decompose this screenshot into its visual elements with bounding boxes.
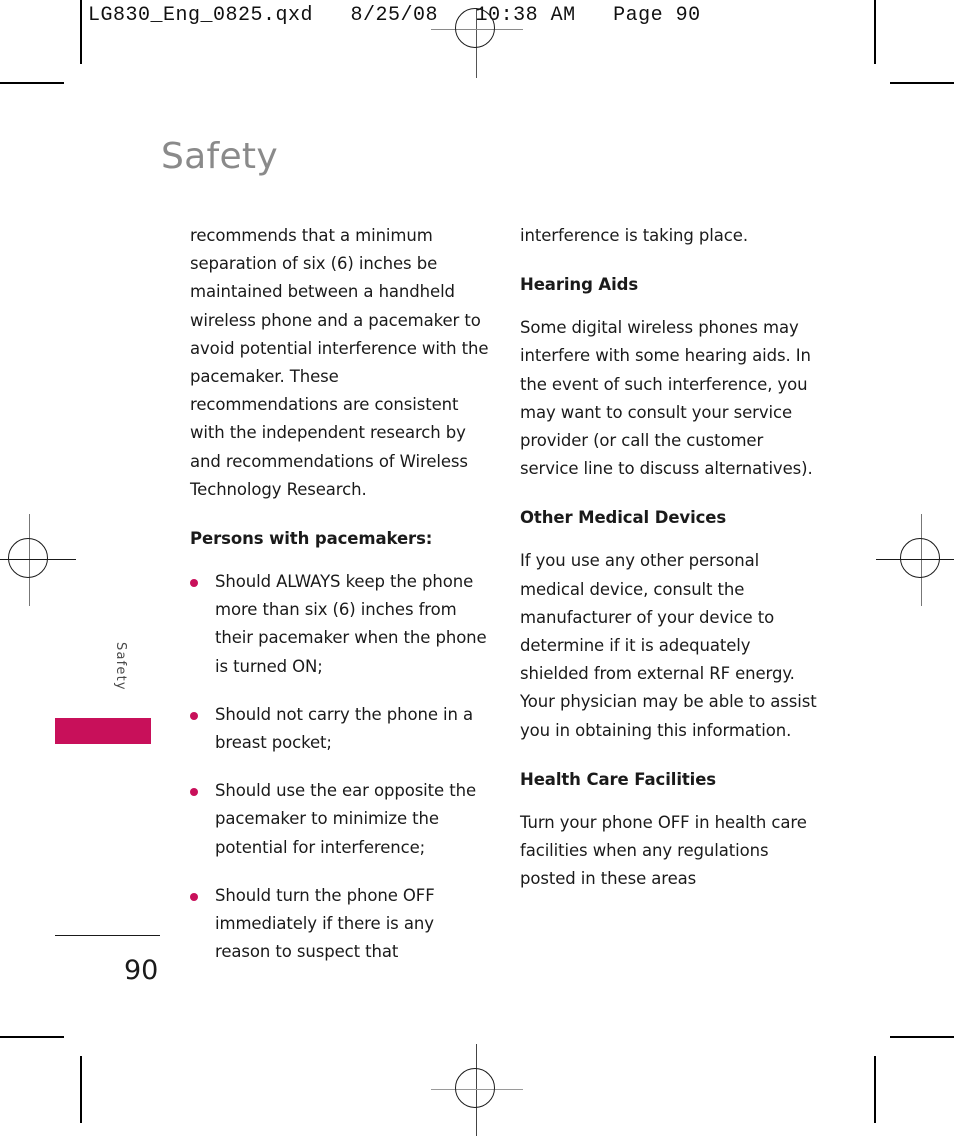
paragraph-other-medical-devices: If you use any other personal medical de… [520, 551, 817, 740]
registration-mark-bottom-icon [431, 1044, 523, 1136]
crop-mark-bottom-left-horizontal [0, 1036, 64, 1038]
crop-mark-bottom-left-vertical [80, 1056, 82, 1123]
bullet-list-pacemakers: Should ALWAYS keep the phone more than s… [190, 568, 490, 966]
paragraph-continued-right: interference is taking place. [520, 226, 748, 245]
manual-page: LG830_Eng_0825.qxd 8/25/08 10:38 AM Page… [0, 0, 954, 1136]
paragraph-health-care-facilities: Turn your phone OFF in health care facil… [520, 812, 807, 889]
body-column-left: recommends that a minimum separation of … [190, 222, 490, 966]
crop-mark-bottom-right-horizontal [890, 1036, 954, 1038]
list-item-text: Should turn the phone OFF immediately if… [215, 885, 435, 962]
subheading-persons-with-pacemakers: Persons with pacemakers: [190, 529, 433, 549]
body-column-right: interference is taking place. Hearing Ai… [520, 222, 820, 893]
list-item-text: Should not carry the phone in a breast p… [215, 704, 474, 753]
bullet-dot-icon [190, 579, 198, 588]
side-tab-label: Safety [113, 642, 128, 691]
list-item: Should use the ear opposite the pacemake… [190, 777, 490, 862]
crop-mark-bottom-right-vertical [874, 1056, 876, 1123]
subheading-health-care-facilities: Health Care Facilities [520, 769, 717, 789]
bullet-dot-icon [190, 892, 198, 901]
print-header-text: LG830_Eng_0825.qxd 8/25/08 10:38 AM Page… [88, 4, 701, 27]
registration-mark-right-icon [876, 514, 954, 606]
registration-mark-top-icon [431, 8, 523, 78]
crop-mark-top-right-vertical [874, 0, 876, 64]
page-number: 90 [124, 955, 159, 986]
list-item: Should not carry the phone in a breast p… [190, 701, 490, 757]
list-item-text: Should use the ear opposite the pacemake… [215, 781, 477, 857]
page-title: Safety [161, 136, 278, 177]
bullet-dot-icon [190, 711, 198, 720]
crop-mark-top-left-vertical [80, 0, 82, 64]
bullet-dot-icon [190, 788, 198, 797]
subheading-hearing-aids: Hearing Aids [520, 275, 639, 295]
side-tab-color-bar [55, 718, 151, 744]
subheading-other-medical-devices: Other Medical Devices [520, 508, 727, 528]
registration-mark-left-icon [0, 514, 76, 606]
paragraph-hearing-aids: Some digital wireless phones may interfe… [520, 318, 813, 479]
paragraph-continued-left: recommends that a minimum separation of … [190, 226, 489, 499]
list-item-text: Should ALWAYS keep the phone more than s… [215, 572, 487, 676]
crop-mark-top-left-horizontal [0, 82, 64, 84]
list-item: Should turn the phone OFF immediately if… [190, 882, 490, 967]
footer-divider [55, 935, 160, 936]
crop-mark-top-right-horizontal [890, 82, 954, 84]
list-item: Should ALWAYS keep the phone more than s… [190, 568, 490, 681]
